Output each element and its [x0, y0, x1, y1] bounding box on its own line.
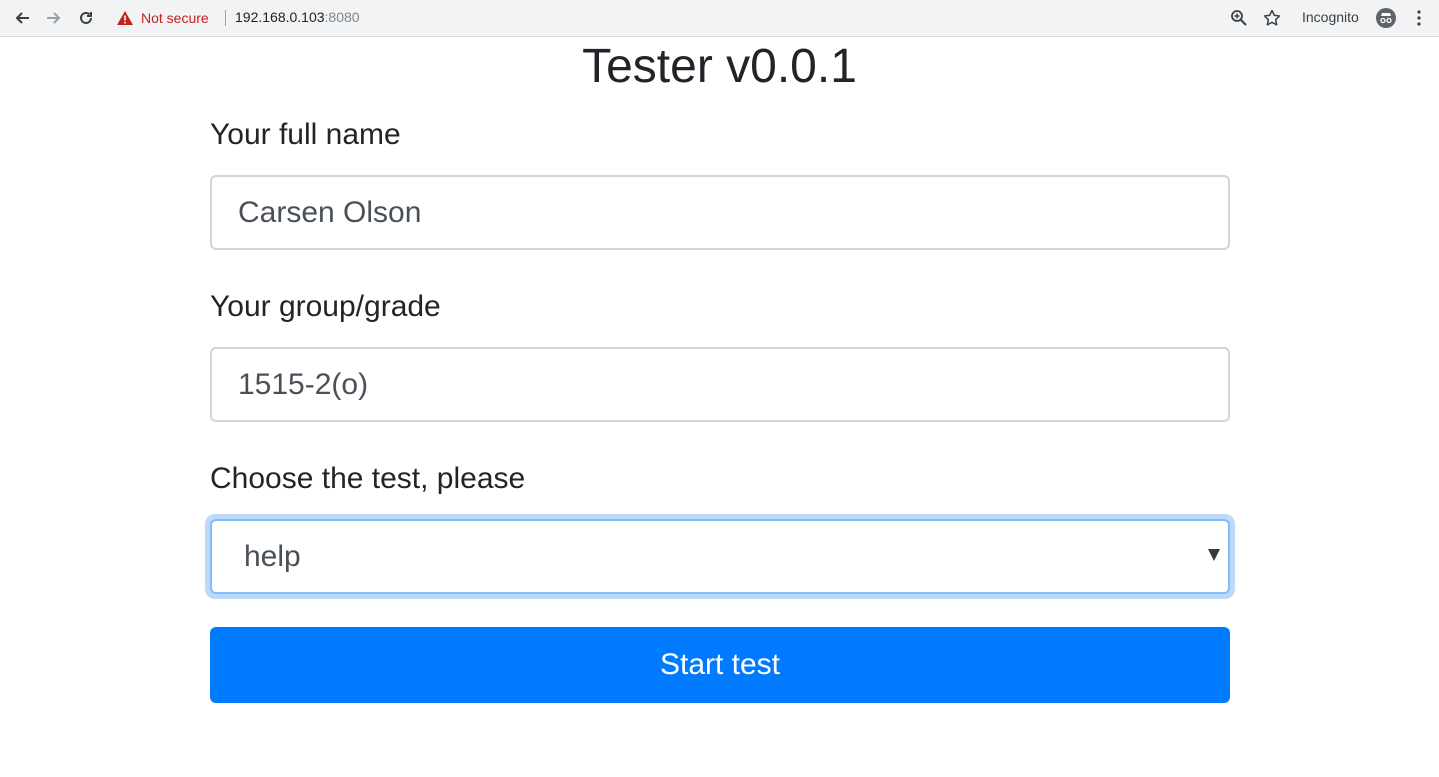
group-value: 1515-2(o): [238, 368, 369, 401]
browser-toolbar: Not secure 192.168.0.103:8080 Incognito: [0, 0, 1439, 37]
address-bar[interactable]: 192.168.0.103:8080: [235, 9, 360, 25]
bookmark-star-icon[interactable]: [1263, 9, 1281, 32]
security-text: Not secure: [141, 10, 209, 26]
incognito-label[interactable]: Incognito: [1302, 9, 1359, 25]
reload-icon[interactable]: [74, 6, 98, 30]
incognito-icon[interactable]: [1376, 8, 1396, 28]
start-test-button[interactable]: Start test: [210, 627, 1230, 703]
warning-icon: [117, 11, 133, 25]
test-select-value: help: [244, 540, 301, 573]
test-select-label: Choose the test, please: [210, 462, 526, 495]
forward-arrow-icon[interactable]: [42, 6, 66, 30]
full-name-label: Your full name: [210, 118, 401, 151]
full-name-input[interactable]: Carsen Olson: [210, 175, 1230, 250]
url-port: :8080: [324, 9, 360, 25]
chevron-down-icon: [1208, 549, 1220, 561]
kebab-menu-icon[interactable]: [1410, 9, 1428, 32]
security-indicator[interactable]: Not secure: [117, 9, 209, 27]
zoom-icon[interactable]: [1230, 9, 1248, 32]
address-separator: [225, 10, 226, 26]
back-arrow-icon[interactable]: [10, 6, 34, 30]
full-name-value: Carsen Olson: [238, 196, 422, 229]
test-select[interactable]: help: [210, 519, 1230, 594]
url-host: 192.168.0.103: [235, 9, 325, 25]
page-title: Tester v0.0.1: [582, 40, 857, 93]
group-input[interactable]: 1515-2(o): [210, 347, 1230, 422]
group-label: Your group/grade: [210, 290, 441, 323]
